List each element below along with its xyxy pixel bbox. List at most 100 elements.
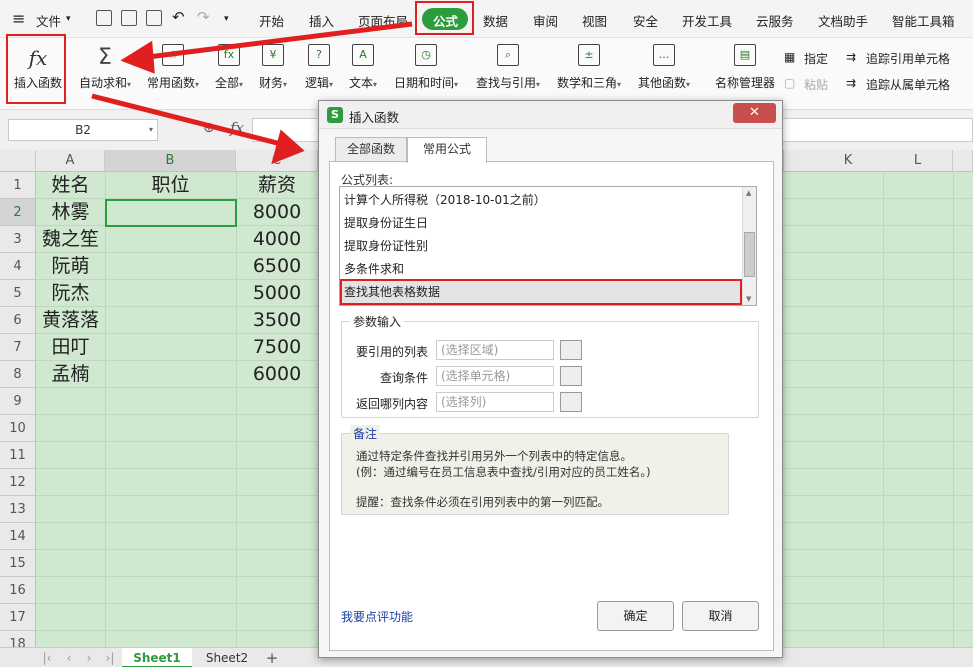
tab-home[interactable]: 开始 <box>259 11 284 30</box>
table-cell[interactable]: 田叮 <box>36 334 105 361</box>
chevron-down-icon[interactable]: ▾ <box>66 14 71 24</box>
paste-button[interactable]: 粘贴 <box>804 76 828 93</box>
tab-common-formulas[interactable]: 常用公式 <box>407 137 487 163</box>
other-functions-button[interactable]: … 其他函数▾ <box>635 44 693 91</box>
trace-precedents-button[interactable]: 追踪引用单元格 <box>866 50 950 67</box>
zoom-icon[interactable]: ⊕ <box>203 120 215 136</box>
table-cell[interactable] <box>105 334 236 361</box>
selected-cell-b2[interactable] <box>105 199 237 227</box>
tab-page-layout[interactable]: 页面布局 <box>358 11 408 30</box>
all-functions-button[interactable]: fx 全部▾ <box>212 44 246 91</box>
file-menu[interactable]: 文件 <box>36 11 61 30</box>
row-header[interactable]: 6 <box>0 307 36 334</box>
row-header[interactable]: 4 <box>0 253 36 280</box>
scroll-up-icon[interactable]: ▲ <box>746 189 751 197</box>
table-cell[interactable]: 黄落落 <box>36 307 105 334</box>
fx-icon[interactable]: fx <box>230 119 244 137</box>
select-column-icon[interactable] <box>560 392 582 412</box>
row-header[interactable]: 14 <box>0 523 36 550</box>
finance-button[interactable]: ¥ 财务▾ <box>256 44 290 91</box>
table-cell[interactable]: 孟楠 <box>36 361 105 388</box>
dialog-title-bar[interactable]: S 插入函数 ✕ <box>319 101 782 129</box>
row-header[interactable]: 5 <box>0 280 36 307</box>
column-header-l[interactable]: L <box>883 150 953 172</box>
header-cell[interactable]: 职位 <box>105 172 236 199</box>
math-button[interactable]: ± 数学和三角▾ <box>554 44 624 91</box>
print-preview-icon[interactable] <box>146 10 162 26</box>
feedback-link[interactable]: 我要点评功能 <box>341 608 413 625</box>
tab-all-functions[interactable]: 全部函数 <box>335 137 407 161</box>
table-cell[interactable] <box>105 307 236 334</box>
list-item[interactable]: 多条件求和 <box>344 258 404 280</box>
row-header[interactable]: 10 <box>0 415 36 442</box>
param-input-range[interactable]: (选择区域) <box>436 340 554 360</box>
column-header-c[interactable]: C <box>236 150 318 172</box>
row-header[interactable]: 7 <box>0 334 36 361</box>
header-cell[interactable]: 薪资 <box>236 172 318 199</box>
column-header-m[interactable] <box>953 150 973 172</box>
select-range-icon[interactable] <box>560 340 582 360</box>
sheet-tab-sheet2[interactable]: Sheet2 <box>196 648 258 667</box>
print-icon[interactable] <box>121 10 137 26</box>
specify-button[interactable]: 指定 <box>804 50 828 67</box>
tab-data[interactable]: 数据 <box>483 11 508 30</box>
list-item[interactable]: 提取身份证性别 <box>344 235 428 257</box>
close-icon[interactable]: ✕ <box>733 103 776 123</box>
row-header[interactable]: 11 <box>0 442 36 469</box>
table-cell[interactable]: 6000 <box>236 361 318 388</box>
param-input-column[interactable]: (选择列) <box>436 392 554 412</box>
ok-button[interactable]: 确定 <box>597 601 674 631</box>
text-functions-button[interactable]: A 文本▾ <box>346 44 380 91</box>
chevron-down-icon[interactable]: ▾ <box>224 14 229 24</box>
first-sheet-icon[interactable]: |‹ <box>40 648 54 667</box>
row-header[interactable]: 8 <box>0 361 36 388</box>
tab-security[interactable]: 安全 <box>633 11 658 30</box>
next-sheet-icon[interactable]: › <box>84 648 94 667</box>
prev-sheet-icon[interactable]: ‹ <box>64 648 74 667</box>
tab-view[interactable]: 视图 <box>582 11 607 30</box>
cancel-button[interactable]: 取消 <box>682 601 759 631</box>
list-scrollbar[interactable]: ▲ ▼ <box>742 187 756 305</box>
row-header[interactable]: 13 <box>0 496 36 523</box>
add-sheet-button[interactable]: + <box>262 648 282 667</box>
row-header[interactable]: 12 <box>0 469 36 496</box>
table-cell[interactable]: 阮萌 <box>36 253 105 280</box>
table-cell[interactable]: 7500 <box>236 334 318 361</box>
param-input-condition[interactable]: (选择单元格) <box>436 366 554 386</box>
table-cell[interactable]: 林雾 <box>36 199 105 226</box>
tab-smart-toolbox[interactable]: 智能工具箱 <box>892 11 955 30</box>
table-cell[interactable] <box>105 361 236 388</box>
row-header[interactable]: 17 <box>0 604 36 631</box>
list-item[interactable]: 计算个人所得税（2018-10-01之前） <box>344 189 546 211</box>
row-header[interactable]: 16 <box>0 577 36 604</box>
undo-icon[interactable]: ↶ <box>172 8 185 26</box>
name-manager-button[interactable]: ▤ 名称管理器 <box>713 44 777 91</box>
trace-dependents-button[interactable]: 追踪从属单元格 <box>866 76 950 93</box>
tab-doc-assistant[interactable]: 文档助手 <box>818 11 868 30</box>
row-header[interactable]: 15 <box>0 550 36 577</box>
header-cell[interactable]: 姓名 <box>36 172 105 199</box>
lookup-button[interactable]: ⌕ 查找与引用▾ <box>473 44 543 91</box>
tab-developer[interactable]: 开发工具 <box>682 11 732 30</box>
logic-button[interactable]: ? 逻辑▾ <box>302 44 336 91</box>
redo-icon[interactable]: ↷ <box>197 8 210 26</box>
common-functions-button[interactable]: ☆ 常用函数▾ <box>144 44 202 91</box>
tab-cloud[interactable]: 云服务 <box>756 11 794 30</box>
last-sheet-icon[interactable]: ›| <box>103 648 117 667</box>
row-header[interactable]: 9 <box>0 388 36 415</box>
table-cell[interactable]: 6500 <box>236 253 318 280</box>
select-all-corner[interactable] <box>0 150 36 172</box>
table-cell[interactable]: 4000 <box>236 226 318 253</box>
table-cell[interactable]: 阮杰 <box>36 280 105 307</box>
name-box[interactable]: B2 ▾ <box>8 119 158 141</box>
table-cell[interactable]: 3500 <box>236 307 318 334</box>
save-icon[interactable] <box>96 10 112 26</box>
column-header-b[interactable]: B <box>105 150 236 172</box>
hamburger-icon[interactable]: ≡ <box>12 9 25 28</box>
table-cell[interactable] <box>105 253 236 280</box>
scroll-thumb[interactable] <box>744 232 755 277</box>
table-cell[interactable]: 8000 <box>236 199 318 226</box>
table-cell[interactable] <box>105 280 236 307</box>
tab-review[interactable]: 审阅 <box>533 11 558 30</box>
row-header[interactable]: 1 <box>0 172 36 199</box>
